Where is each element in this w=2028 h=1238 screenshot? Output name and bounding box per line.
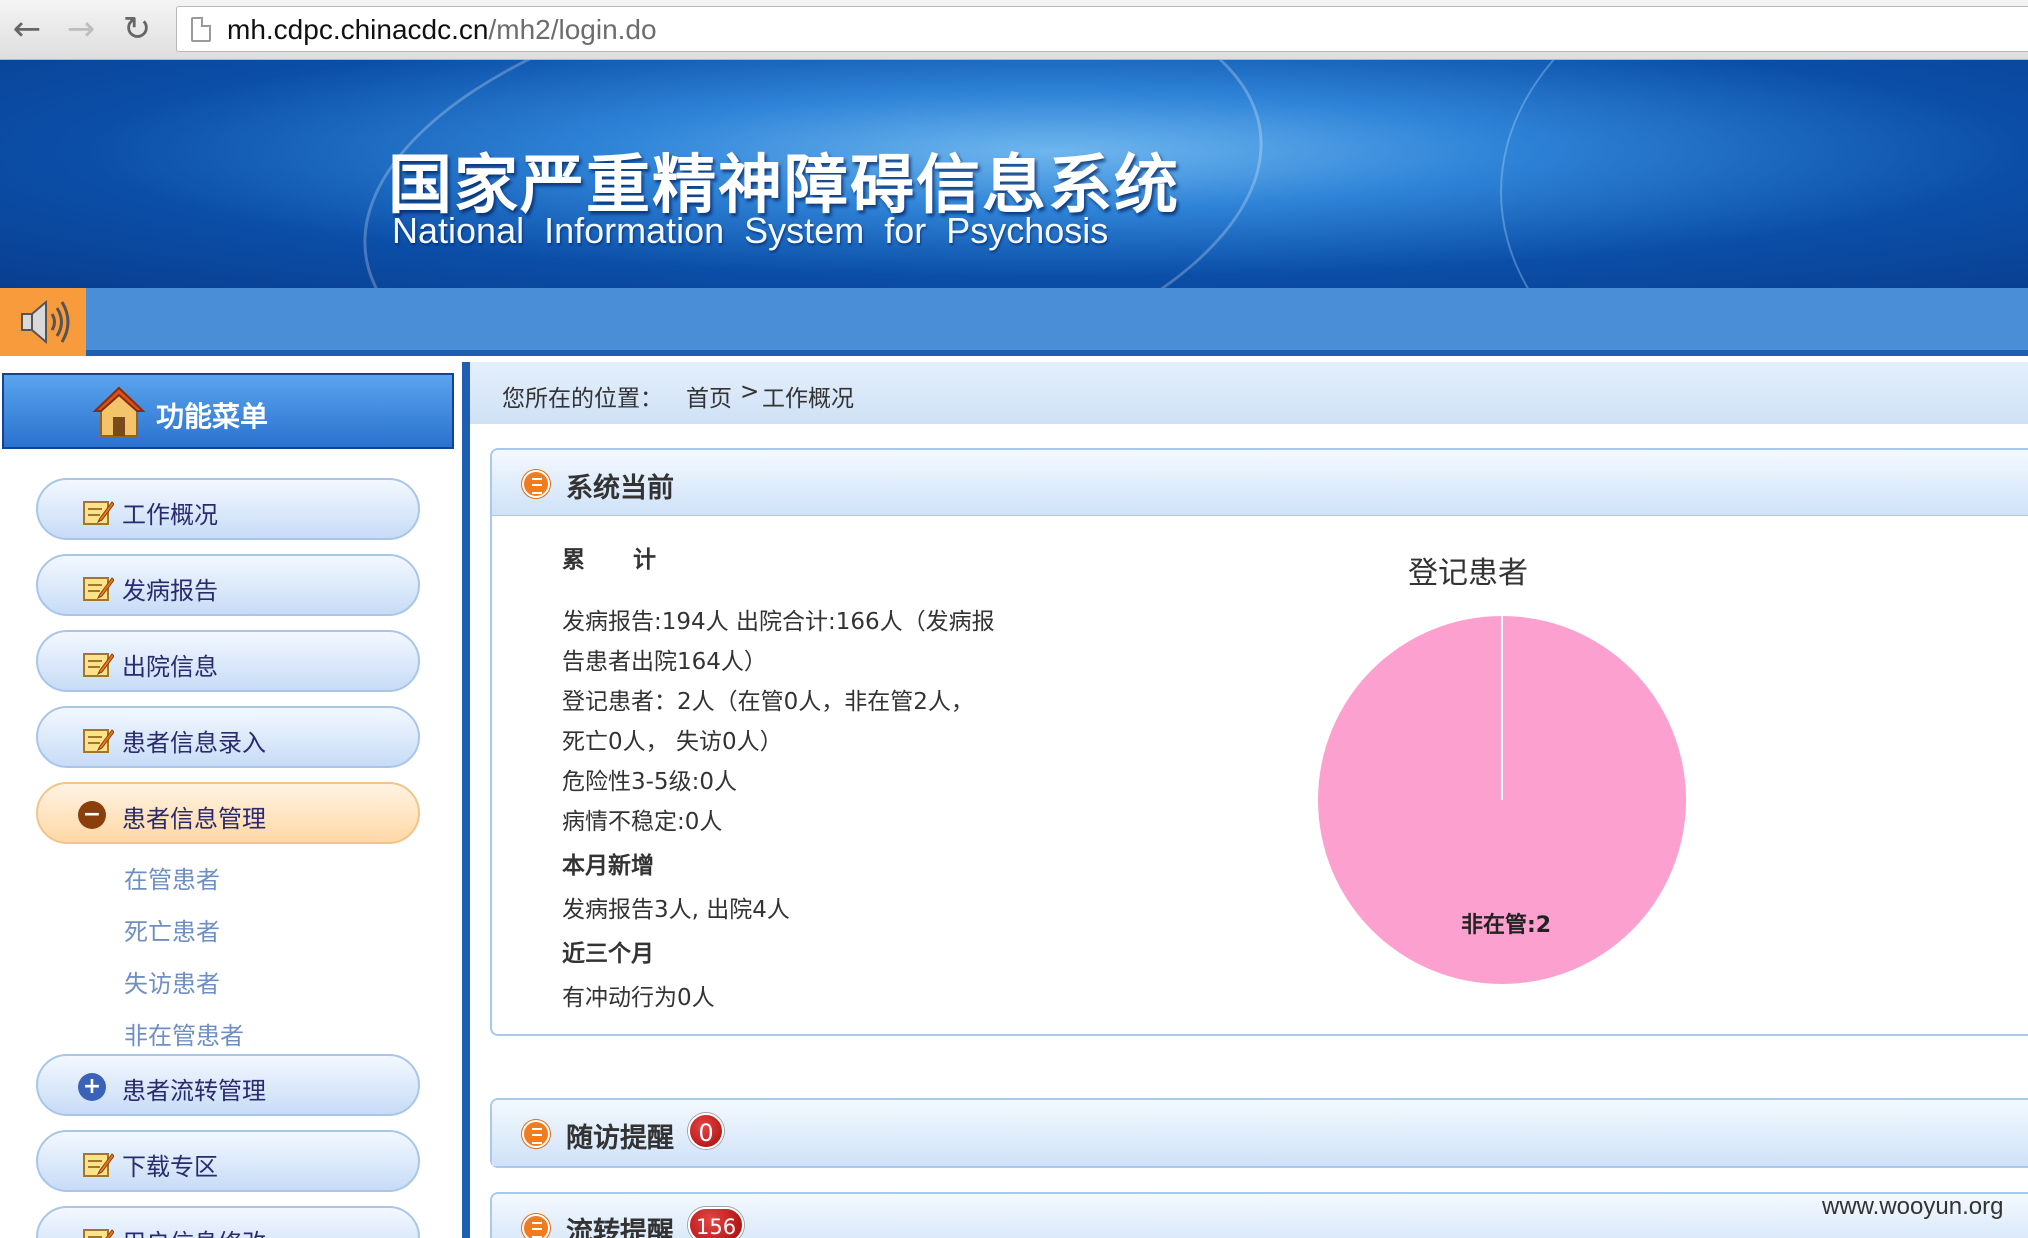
sidebar: 功能菜单 工作概况 发病报告 出院信息 患者信息录入 − 患者信息管理 在管患者… <box>0 362 470 1238</box>
minus-circle-icon: − <box>78 801 106 829</box>
edit-note-icon <box>83 501 114 525</box>
month-heading: 本月新增 <box>562 853 654 879</box>
list-icon <box>522 470 550 498</box>
subitem-unmanaged-patients[interactable]: 非在管患者 <box>124 1016 244 1051</box>
panel-title: 随访提醒 <box>566 1123 674 1154</box>
edit-note-icon <box>83 729 114 753</box>
site-banner: 国家严重精神障碍信息系统 National Information System… <box>0 60 2028 288</box>
quarter-heading: 近三个月 <box>562 941 654 967</box>
cumulative-heading: 累 计 <box>562 547 677 573</box>
sidebar-item-patient-transfer[interactable]: + 患者流转管理 <box>36 1054 420 1116</box>
panel-header: 系统当前 <box>492 450 2028 516</box>
plus-circle-icon: + <box>78 1073 106 1101</box>
sidebar-item-label: 发病报告 <box>122 577 218 605</box>
edit-note-icon <box>83 653 114 677</box>
pie-slice-label: 非在管:2 <box>1461 912 1551 938</box>
edit-note-icon <box>83 1229 114 1238</box>
speaker-button[interactable] <box>0 288 86 356</box>
breadcrumb: 您所在的位置： 首页 > 工作概况 <box>470 362 2028 424</box>
url-host: mh.cdpc.chinacdc.cn <box>227 14 489 45</box>
edit-note-icon <box>83 1153 114 1177</box>
list-icon <box>522 1214 550 1238</box>
stat-line: 发病报告:194人 出院合计:166人（发病报 <box>562 609 995 635</box>
count-badge: 0 <box>688 1113 724 1149</box>
panel-system-current: 系统当前 累 计 发病报告:194人 出院合计:166人（发病报 告患者出院16… <box>490 448 2028 1036</box>
sidebar-item-downloads[interactable]: 下载专区 <box>36 1130 420 1192</box>
stat-line: 告患者出院164人） <box>562 649 767 675</box>
list-icon <box>522 1120 550 1148</box>
sidebar-item-label: 下载专区 <box>122 1153 218 1181</box>
chart-title: 登记患者 <box>1408 556 1528 591</box>
top-strip <box>0 288 2028 356</box>
stats-summary: 累 计 发病报告:194人 出院合计:166人（发病报 告患者出院164人） 登… <box>562 540 1032 1018</box>
watermark-text: www.wooyun.org <box>1822 1193 2004 1220</box>
breadcrumb-current: 工作概况 <box>762 386 854 412</box>
speaker-icon <box>21 299 70 345</box>
breadcrumb-home-link[interactable]: 首页 <box>686 379 732 413</box>
main-content: 您所在的位置： 首页 > 工作概况 系统当前 累 计 发病报告:194人 出院合… <box>470 362 2028 1238</box>
breadcrumb-label: 您所在的位置： <box>502 386 663 412</box>
browser-toolbar: ← → ↻ mh.cdpc.chinacdc.cn/mh2/login.do <box>0 0 2028 60</box>
stat-line: 登记患者：2人（在管0人，非在管2人， <box>562 689 974 715</box>
panel-transfer-reminder[interactable]: 流转提醒 156 <box>490 1192 2028 1238</box>
quarter-line: 有冲动行为0人 <box>562 985 715 1011</box>
sidebar-item-label: 患者信息录入 <box>122 729 266 757</box>
count-badge: 156 <box>688 1207 745 1238</box>
stat-line: 死亡0人， 失访0人） <box>562 729 783 755</box>
sidebar-item-work-overview[interactable]: 工作概况 <box>36 478 420 540</box>
sidebar-item-user-info[interactable]: 用户信息修改 <box>36 1206 420 1238</box>
stat-line: 危险性3-5级:0人 <box>562 769 737 795</box>
forward-arrow-icon[interactable]: → <box>60 8 102 50</box>
sidebar-item-label: 用户信息修改 <box>122 1223 266 1238</box>
address-bar[interactable]: mh.cdpc.chinacdc.cn/mh2/login.do <box>176 6 2028 52</box>
month-line: 发病报告3人, 出院4人 <box>562 897 790 923</box>
page-icon <box>191 17 211 42</box>
sidebar-item-label: 患者信息管理 <box>122 805 266 833</box>
sidebar-item-label: 患者流转管理 <box>122 1077 266 1105</box>
edit-note-icon <box>83 577 114 601</box>
subitem-lost-patients[interactable]: 失访患者 <box>124 964 220 999</box>
site-title-en: National Information System for Psychosi… <box>392 210 1109 251</box>
panel-followup-reminder[interactable]: 随访提醒 0 <box>490 1098 2028 1168</box>
subitem-managed-patients[interactable]: 在管患者 <box>124 860 220 895</box>
subitem-deceased-patients[interactable]: 死亡患者 <box>124 912 220 947</box>
registered-patients-pie-chart: 非在管:2 <box>1318 616 1686 984</box>
sidebar-item-label: 工作概况 <box>122 501 218 529</box>
panel-title: 流转提醒 <box>566 1217 674 1238</box>
panel-title: 系统当前 <box>566 473 674 504</box>
url-path: /mh2/login.do <box>488 14 657 45</box>
reload-icon[interactable]: ↻ <box>116 8 158 50</box>
panel-header: 流转提醒 156 <box>492 1194 2028 1238</box>
home-icon <box>92 386 146 437</box>
stat-line: 病情不稳定:0人 <box>562 809 723 835</box>
sidebar-item-patient-entry[interactable]: 患者信息录入 <box>36 706 420 768</box>
sidebar-item-incidence-report[interactable]: 发病报告 <box>36 554 420 616</box>
sidebar-item-discharge-info[interactable]: 出院信息 <box>36 630 420 692</box>
sidebar-item-label: 出院信息 <box>122 653 218 681</box>
menu-header: 功能菜单 <box>2 373 454 449</box>
menu-header-label: 功能菜单 <box>156 400 269 433</box>
back-arrow-icon[interactable]: ← <box>6 8 48 50</box>
sidebar-item-patient-management[interactable]: − 患者信息管理 <box>36 782 420 844</box>
address-url[interactable]: mh.cdpc.chinacdc.cn/mh2/login.do <box>227 14 657 46</box>
breadcrumb-separator: > <box>740 379 760 405</box>
panel-header: 随访提醒 0 <box>492 1100 2028 1166</box>
